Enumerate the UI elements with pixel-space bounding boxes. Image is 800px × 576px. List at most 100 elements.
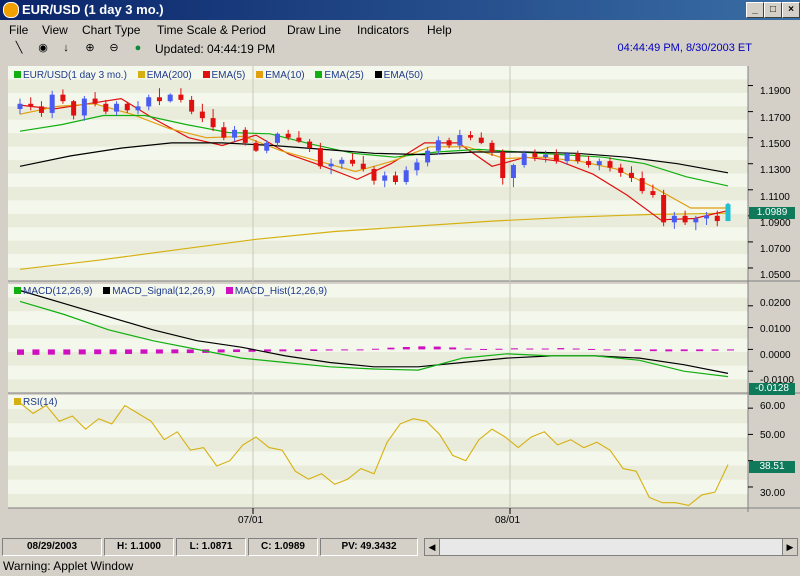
candle-body bbox=[296, 137, 302, 142]
candle-body bbox=[532, 153, 538, 158]
candle-body bbox=[510, 165, 516, 179]
price-tick-label: 1.1500 bbox=[760, 139, 791, 150]
macd-hist-bar bbox=[572, 348, 580, 350]
macd-hist-bar bbox=[94, 349, 102, 355]
macd-hist-bar bbox=[480, 348, 488, 350]
candle-body bbox=[38, 106, 44, 113]
candle-body bbox=[167, 94, 173, 102]
legend-ema50: EMA(50) bbox=[383, 70, 424, 81]
candle-body bbox=[178, 94, 184, 100]
candle-body bbox=[92, 98, 98, 104]
status-pv: PV: 49.3432 bbox=[320, 538, 418, 556]
macd-hist-bar bbox=[649, 349, 657, 352]
macd-hist-bar bbox=[47, 349, 55, 355]
candle-body bbox=[500, 152, 506, 179]
rsi-last-value: 38.51 bbox=[749, 461, 795, 473]
legend-rsi: RSI(14) bbox=[23, 397, 58, 408]
status-high: H: 1.1000 bbox=[104, 538, 174, 556]
macd-hist-bar bbox=[634, 349, 642, 351]
grid-band bbox=[8, 186, 748, 201]
candle-body bbox=[360, 163, 366, 169]
candle-body bbox=[199, 111, 205, 119]
price-tick-label: 1.1700 bbox=[760, 113, 791, 124]
horizontal-scrollbar[interactable]: ◀ ▶ bbox=[424, 538, 798, 556]
candle-body bbox=[618, 167, 624, 173]
price-tick-label: 1.0700 bbox=[760, 244, 791, 255]
candle-body bbox=[114, 103, 120, 112]
rsi-tick-label: 30.00 bbox=[760, 488, 786, 499]
macd-hist-bar bbox=[263, 349, 271, 352]
macd-hist-bar bbox=[372, 348, 379, 350]
price-tick-label: 1.1100 bbox=[760, 192, 790, 203]
candle-body bbox=[28, 103, 34, 107]
grid-band bbox=[8, 79, 748, 93]
macd-hist-bar bbox=[665, 349, 673, 352]
candle-body bbox=[564, 153, 570, 162]
macd-hist-bar bbox=[449, 347, 457, 350]
candle-body bbox=[156, 97, 162, 102]
candle-body bbox=[274, 133, 280, 143]
candle-body bbox=[521, 153, 527, 166]
grid-band bbox=[8, 352, 748, 366]
macd-hist-bar bbox=[279, 349, 287, 352]
macd-legend: MACD(12,26,9) MACD_Signal(12,26,9) MACD_… bbox=[14, 286, 335, 297]
legend-ema200: EMA(200) bbox=[146, 70, 192, 81]
status-close: C: 1.0989 bbox=[248, 538, 318, 556]
candle-body bbox=[371, 168, 377, 181]
macd-hist-bar bbox=[618, 349, 626, 351]
candle-body bbox=[704, 215, 710, 219]
price-tick-label: 1.0500 bbox=[760, 270, 791, 281]
candle-body bbox=[650, 191, 656, 195]
candle-body bbox=[71, 101, 77, 116]
grid-band bbox=[8, 267, 748, 281]
candle-body bbox=[543, 154, 549, 158]
macd-last-value: -0.0128 bbox=[749, 383, 795, 395]
candle-body bbox=[553, 154, 559, 162]
macd-hist-bar bbox=[171, 349, 179, 354]
price-tick-label: 1.1300 bbox=[760, 165, 791, 176]
candle-body bbox=[392, 175, 398, 182]
candle-body bbox=[478, 137, 484, 143]
candle-body bbox=[264, 142, 270, 151]
candle-body bbox=[124, 103, 130, 111]
status-date: 08/29/2003 bbox=[2, 538, 102, 556]
macd-hist-bar bbox=[727, 349, 734, 351]
legend-ema10: EMA(10) bbox=[265, 70, 305, 81]
macd-hist-bar bbox=[78, 349, 86, 355]
candle-body bbox=[414, 162, 420, 171]
scroll-right-icon[interactable]: ▶ bbox=[782, 539, 797, 555]
candle-body bbox=[135, 106, 141, 111]
macd-hist-bar bbox=[310, 349, 318, 351]
candle-body bbox=[221, 127, 227, 138]
candle-body bbox=[81, 98, 87, 116]
macd-hist-bar bbox=[696, 349, 704, 352]
candle-body bbox=[682, 215, 688, 223]
candle-body bbox=[350, 159, 356, 164]
price-tick-label: 1.0900 bbox=[760, 218, 791, 229]
applet-warning: Warning: Applet Window bbox=[3, 559, 134, 573]
candle-body bbox=[307, 141, 313, 149]
scroll-left-icon[interactable]: ◀ bbox=[425, 539, 440, 555]
candle-body bbox=[232, 129, 238, 138]
candle-body bbox=[210, 118, 216, 128]
grid-band bbox=[8, 213, 748, 228]
macd-hist-bar bbox=[495, 348, 503, 350]
candle-body bbox=[382, 175, 388, 181]
candle-body bbox=[60, 94, 66, 102]
candle-body bbox=[17, 103, 23, 109]
macd-hist-bar bbox=[711, 349, 719, 351]
candle-body bbox=[285, 133, 291, 138]
macd-hist-bar bbox=[341, 349, 349, 351]
macd-hist-bar bbox=[186, 349, 194, 354]
macd-hist-bar bbox=[155, 349, 163, 354]
legend-ema5: EMA(5) bbox=[211, 70, 246, 81]
x-tick-label: 07/01 bbox=[238, 515, 264, 526]
macd-tick-label: 0.0000 bbox=[760, 350, 791, 361]
candle-body bbox=[339, 159, 345, 164]
status-low: L: 1.0871 bbox=[176, 538, 246, 556]
macd-hist-bar bbox=[541, 348, 549, 350]
x-tick-label: 08/01 bbox=[495, 515, 521, 526]
macd-hist-bar bbox=[294, 349, 302, 352]
macd-hist-bar bbox=[510, 348, 518, 350]
macd-hist-bar bbox=[356, 349, 364, 351]
